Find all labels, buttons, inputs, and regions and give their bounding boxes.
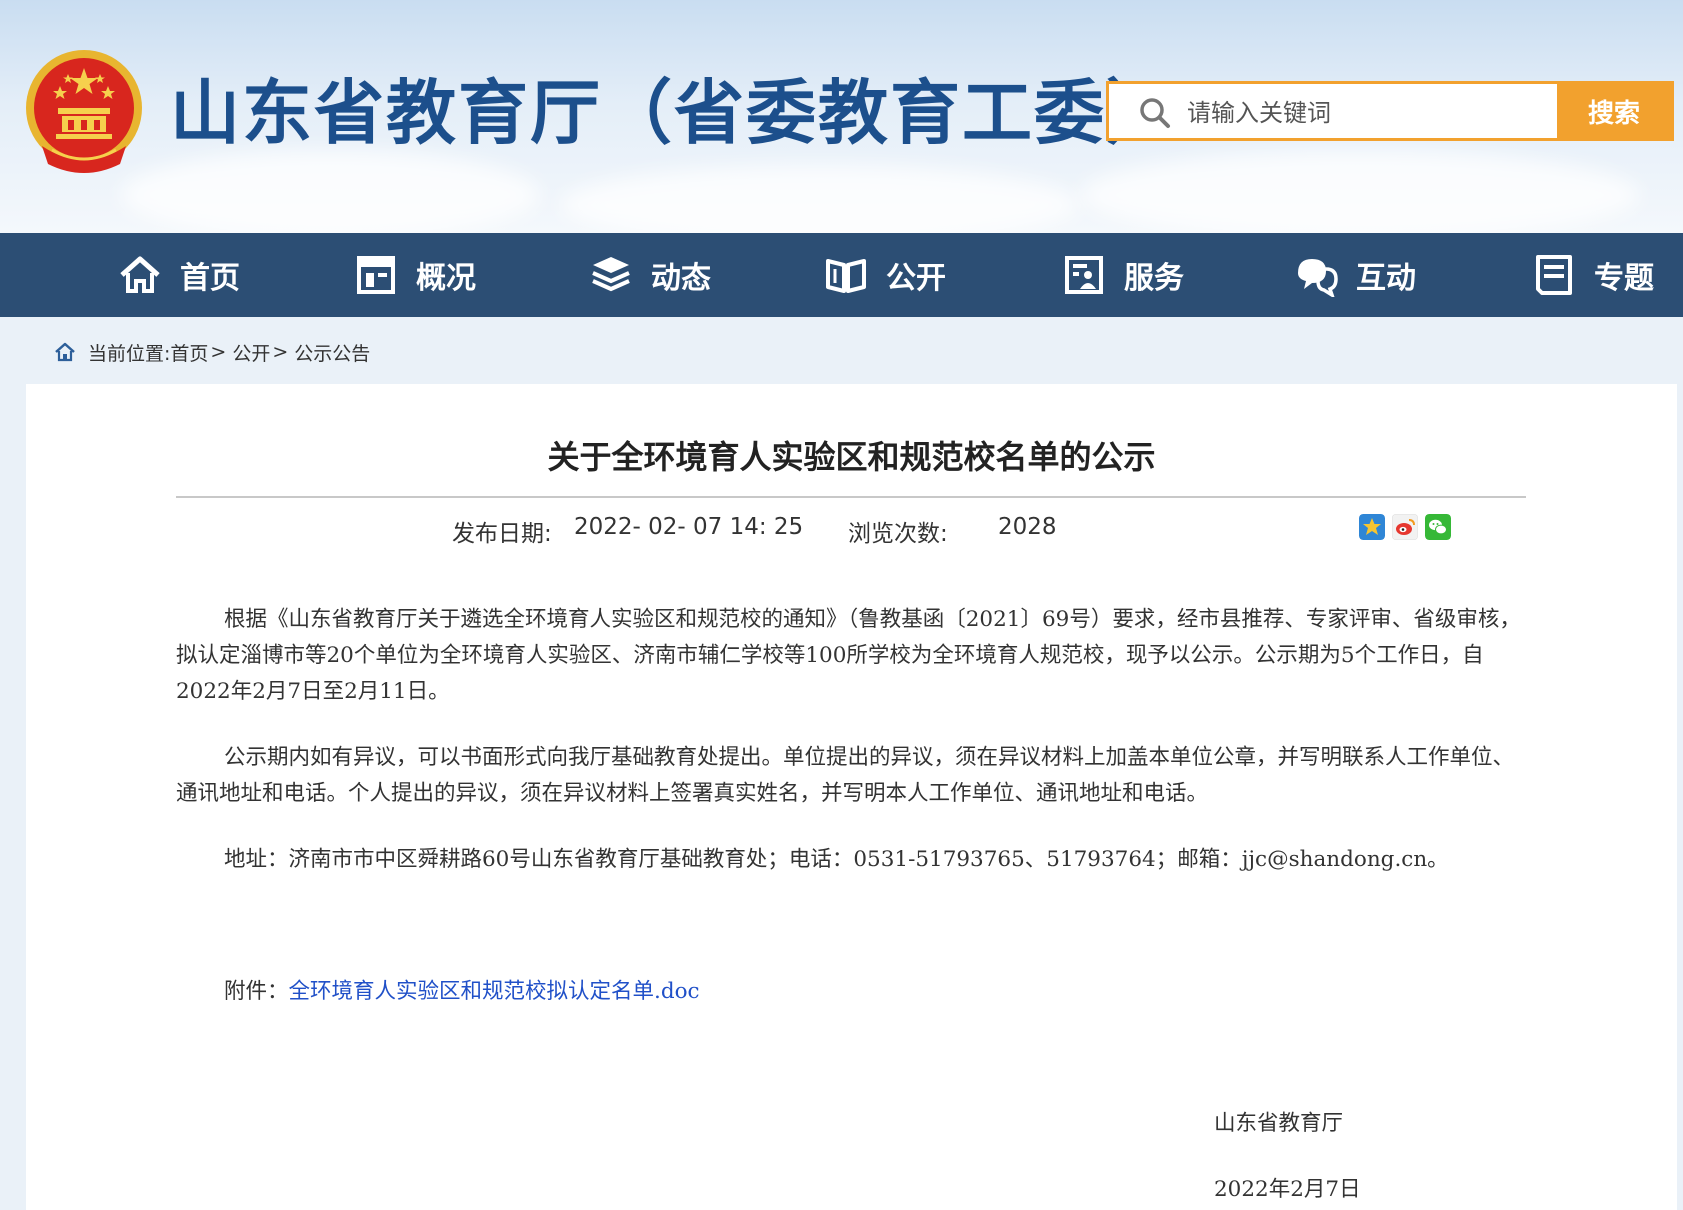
nav-item-label: 互动 — [1356, 261, 1416, 296]
qzone-icon[interactable] — [1359, 514, 1385, 540]
view-count-value: 2028 — [998, 514, 1057, 540]
breadcrumb-prefix: 当前位置: — [88, 342, 171, 365]
nav-item-service[interactable]: 服务 — [1062, 233, 1184, 317]
attachment-link[interactable]: 全环境育人实验区和规范校拟认定名单.doc — [289, 979, 700, 1004]
topic-icon — [1536, 255, 1572, 295]
open-book-icon — [826, 259, 866, 293]
main-nav: 首页 概况 动态 公开 服务 互动 专题 — [0, 233, 1683, 317]
national-emblem-icon — [26, 50, 142, 173]
nav-item-label: 专题 — [1594, 261, 1654, 296]
article-panel: 关于全环境育人实验区和规范校名单的公示 发布日期: 2022- 02- 07 1… — [26, 384, 1677, 1210]
weibo-icon[interactable] — [1392, 514, 1418, 540]
breadcrumb-home-link[interactable]: 首页 — [170, 339, 208, 366]
title-divider — [176, 496, 1526, 498]
nav-item-news[interactable]: 动态 — [589, 233, 711, 317]
breadcrumb: 当前位置: 首页 > 公开 > 公示公告 — [54, 337, 370, 367]
nav-item-label: 服务 — [1124, 261, 1184, 296]
article-paragraph: 公示期内如有异议，可以书面形式向我厅基础教育处提出。单位提出的异议，须在异议材料… — [176, 745, 1515, 806]
service-icon — [1065, 256, 1103, 294]
news-icon — [592, 257, 630, 292]
nav-item-label: 首页 — [180, 261, 240, 296]
breadcrumb-separator: > — [272, 341, 289, 363]
search-input[interactable] — [1185, 92, 1589, 134]
cloud-decoration — [120, 150, 540, 233]
cloud-decoration — [1080, 150, 1640, 233]
nav-item-label: 公开 — [886, 261, 946, 296]
search-icon — [1140, 98, 1170, 128]
breadcrumb-open-link[interactable]: 公开 — [232, 339, 270, 366]
article-paragraph: 地址：济南市市中区舜耕路60号山东省教育厅基础教育处；电话：0531-51793… — [224, 847, 1449, 872]
search-box: 搜索 — [1106, 81, 1674, 141]
view-count-label: 浏览次数: — [848, 521, 948, 547]
search-button[interactable]: 搜索 — [1557, 84, 1671, 138]
nav-item-label: 概况 — [416, 261, 476, 296]
nav-item-topic[interactable]: 专题 — [1532, 233, 1654, 317]
nav-item-home[interactable]: 首页 — [118, 233, 240, 317]
wechat-icon[interactable] — [1425, 514, 1451, 540]
chat-icon — [1298, 259, 1338, 297]
article-title: 关于全环境育人实验区和规范校名单的公示 — [547, 438, 1156, 476]
home-icon — [120, 256, 160, 293]
nav-item-overview[interactable]: 概况 — [354, 233, 476, 317]
site-title: 山东省教育厅（省委教育工委） — [170, 72, 1178, 154]
publish-date-label: 发布日期: — [452, 521, 552, 547]
breadcrumb-separator: > — [210, 341, 227, 363]
nav-item-open[interactable]: 公开 — [824, 233, 946, 317]
site-header: 山东省教育厅（省委教育工委） 搜索 — [0, 0, 1683, 233]
breadcrumb-notice-link[interactable]: 公示公告 — [294, 339, 370, 366]
signature-org: 山东省教育厅 — [1214, 1111, 1344, 1136]
overview-icon — [357, 256, 395, 294]
nav-item-label: 动态 — [651, 261, 711, 296]
article-paragraph: 根据《山东省教育厅关于遴选全环境育人实验区和规范校的通知》（鲁教基函〔2021〕… — [176, 607, 1521, 704]
home-icon — [55, 342, 75, 362]
publish-date-value: 2022- 02- 07 14: 25 — [574, 514, 804, 540]
signature-date: 2022年2月7日 — [1214, 1177, 1361, 1202]
attachment-label: 附件： — [224, 979, 289, 1004]
attachment: 附件：全环境育人实验区和规范校拟认定名单.doc — [224, 974, 700, 1005]
cloud-decoration — [560, 165, 1080, 233]
nav-item-interaction[interactable]: 互动 — [1294, 233, 1416, 317]
